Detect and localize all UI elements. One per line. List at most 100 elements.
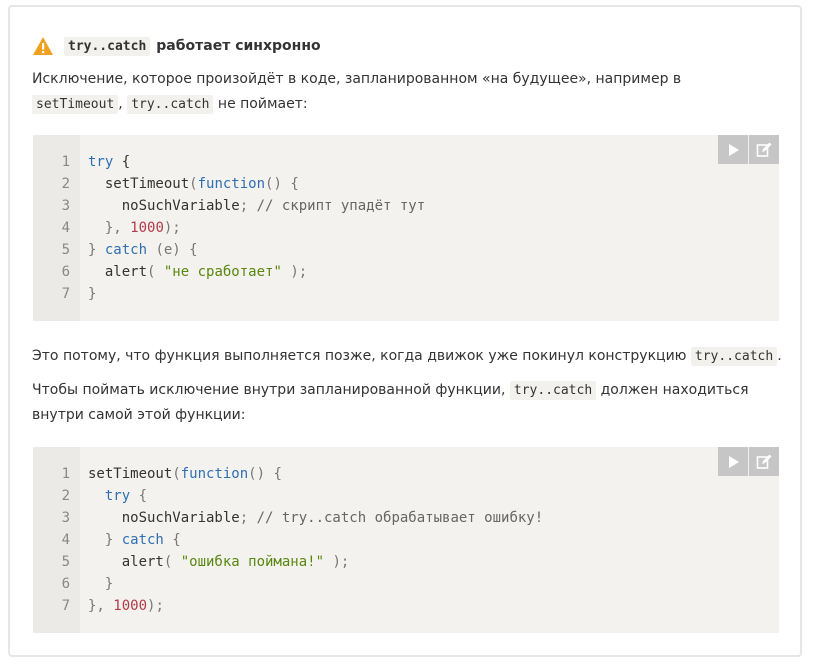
- token: },: [88, 220, 131, 236]
- token: (: [163, 554, 181, 570]
- middle-paragraph: Это потому, что функция выполняется позж…: [32, 344, 792, 369]
- comment: // try..catch обрабатывает ошибку!: [256, 510, 544, 526]
- token: }: [88, 242, 105, 258]
- line-number: 7: [61, 286, 70, 302]
- middle-text: Это потому, что функция выполняется позж…: [32, 348, 687, 364]
- code-block-2[interactable]: 1 setTimeout(function() { 2 try { 3 noSuc…: [33, 447, 779, 633]
- code-line: 2 setTimeout(function() {: [33, 173, 425, 195]
- warning-card: try..catch работает синхронно Исключение…: [8, 5, 802, 657]
- code-line: 6 }: [33, 573, 543, 595]
- intro-code-settimeout: setTimeout: [32, 95, 119, 114]
- code-line: 7}: [33, 283, 425, 305]
- code-line: 5} catch (e) {: [33, 239, 425, 261]
- card-title: try..catch работает синхронно: [32, 33, 321, 59]
- token: () {: [248, 466, 282, 482]
- code-line: 1 setTimeout(function() {: [33, 463, 543, 485]
- intro-sep: ,: [118, 96, 123, 112]
- code-line: 5 alert( "ошибка поймана!" );: [33, 551, 543, 573]
- token: (: [147, 264, 164, 280]
- string-literal: "не сработает": [163, 264, 282, 280]
- second-text-3: внутри самой этой функции:: [32, 407, 246, 423]
- code-toolbar: [717, 447, 779, 476]
- token: (: [189, 176, 198, 192]
- token: );: [147, 598, 164, 614]
- comment: // скрипт упадёт тут: [256, 198, 426, 214]
- token: alert: [88, 264, 148, 280]
- intro-paragraph: Исключение, которое произойдёт в коде, з…: [32, 67, 792, 117]
- line-number: 5: [61, 554, 70, 570]
- play-icon: [729, 455, 739, 468]
- code-line: 2 try {: [33, 485, 543, 507]
- second-paragraph: Чтобы поймать исключение внутри запланир…: [32, 378, 792, 428]
- code-line: 4 }, 1000);: [33, 217, 425, 239]
- token: },: [88, 598, 114, 614]
- title-code: try..catch: [64, 36, 151, 56]
- line-number: 3: [61, 198, 70, 214]
- token: catch: [104, 242, 148, 258]
- run-button[interactable]: [718, 135, 748, 164]
- code-toolbar: [717, 135, 779, 164]
- code-line: 3 noSuchVariable; // try..catch обрабаты…: [33, 507, 544, 529]
- string-literal: "ошибка поймана!": [180, 554, 325, 570]
- code-line: 3 noSuchVariable; // скрипт упадёт тут: [33, 195, 426, 217]
- second-text-1: Чтобы поймать исключение внутри запланир…: [32, 382, 506, 398]
- token: setTimeout: [88, 176, 190, 192]
- token: () {: [265, 176, 299, 192]
- token: ;: [239, 510, 257, 526]
- warning-icon: [33, 37, 53, 55]
- line-number: 3: [61, 510, 70, 526]
- token: {: [130, 488, 148, 504]
- intro-text: Исключение, которое произойдёт в коде, з…: [32, 71, 682, 87]
- line-number: 4: [61, 532, 70, 548]
- token: try: [104, 488, 131, 504]
- intro-code-trycatch: try..catch: [127, 95, 214, 114]
- token: );: [324, 554, 350, 570]
- middle-code: try..catch: [690, 347, 778, 366]
- line-number: 2: [61, 488, 70, 504]
- line-number: 5: [61, 242, 70, 258]
- token: try: [88, 154, 114, 170]
- token: }: [88, 576, 114, 592]
- line-number: 1: [61, 154, 70, 170]
- code-block-1[interactable]: 1 try { 2 setTimeout(function() { 3 noSuc…: [33, 135, 779, 321]
- line-number: 4: [61, 220, 70, 236]
- number-literal: 1000: [130, 220, 164, 236]
- token: noSuchVariable: [88, 510, 240, 526]
- edit-icon: [756, 142, 772, 157]
- token: {: [113, 154, 131, 170]
- second-code: try..catch: [509, 381, 597, 400]
- token: noSuchVariable: [88, 198, 240, 214]
- line-number: 6: [61, 576, 70, 592]
- token: alert: [88, 554, 164, 570]
- token: catch: [121, 532, 164, 548]
- edit-button[interactable]: [749, 135, 779, 164]
- token: setTimeout: [88, 466, 173, 482]
- token: ;: [239, 198, 257, 214]
- line-number: 2: [61, 176, 70, 192]
- token: (e) {: [147, 242, 198, 258]
- code-lines: 1 setTimeout(function() { 2 try { 3 noSuc…: [33, 463, 544, 617]
- code-lines: 1 try { 2 setTimeout(function() { 3 noSuc…: [33, 151, 426, 305]
- token: function: [180, 466, 249, 482]
- line-number: 1: [61, 466, 70, 482]
- edit-button[interactable]: [749, 447, 779, 476]
- intro-tail: не поймает:: [217, 96, 308, 112]
- line-number: 6: [61, 264, 70, 280]
- code-line: 1 try {: [33, 151, 425, 173]
- edit-icon: [756, 454, 772, 469]
- play-icon: [729, 143, 739, 156]
- token: function: [197, 176, 266, 192]
- second-text-2: должен находиться: [600, 382, 749, 398]
- token: );: [281, 264, 308, 280]
- token: );: [163, 220, 181, 236]
- middle-dot: .: [777, 348, 782, 364]
- token: {: [163, 532, 181, 548]
- code-line: 6 alert( "не сработает" );: [33, 261, 425, 283]
- line-number: 7: [61, 598, 70, 614]
- run-button[interactable]: [718, 447, 748, 476]
- token: }: [88, 286, 97, 302]
- number-literal: 1000: [113, 598, 148, 614]
- title-text: работает синхронно: [156, 38, 321, 54]
- token: (: [172, 466, 181, 482]
